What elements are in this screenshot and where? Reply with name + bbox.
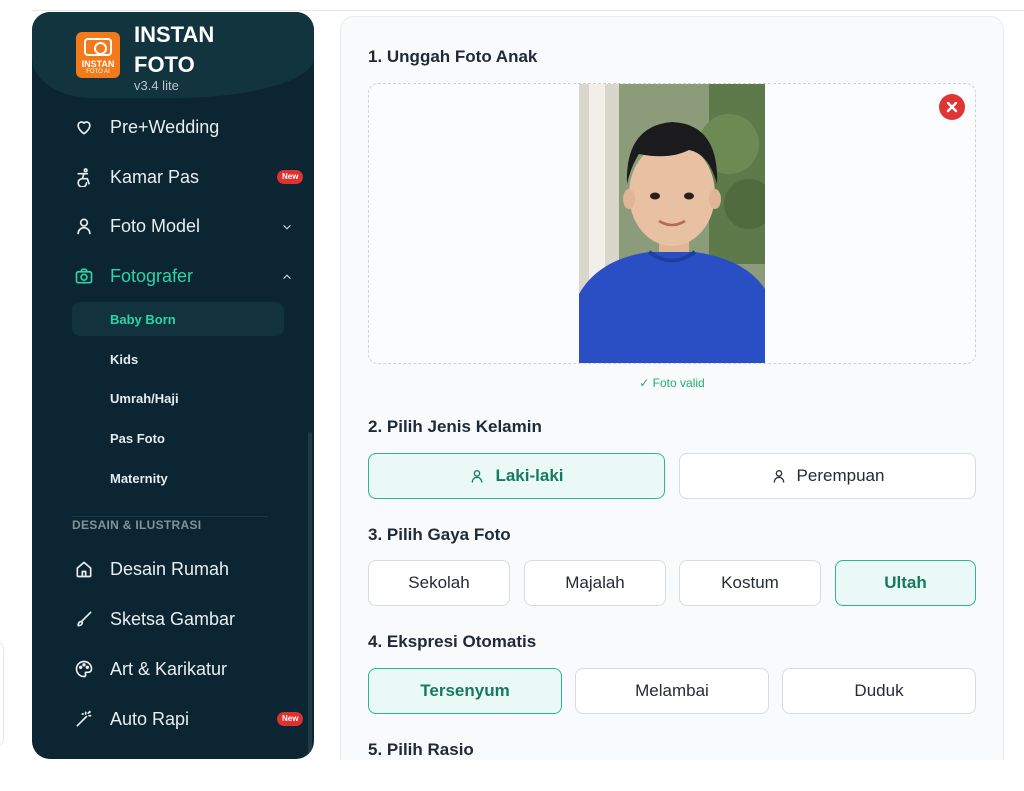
logo-subtext: FOTO AI [86,69,110,75]
sidebar-item-label: Pre+Wedding [110,116,220,137]
background-panel-edge [0,642,4,746]
home-icon [72,557,96,581]
sidebar-item-label: Kamar Pas [110,166,200,187]
sidebar-item-desain-rumah[interactable]: Desain Rumah [72,551,272,587]
chevron-up-icon[interactable] [280,268,294,282]
user-icon [469,468,485,484]
style-option-sekolah[interactable]: Sekolah [368,560,510,606]
accessibility-icon [72,165,96,189]
app-version: v3.4 lite [134,78,179,93]
sidebar-item-label: Auto Rapi [110,708,190,729]
sidebar-item-pre-wedding[interactable]: Pre+Wedding [72,109,272,145]
remove-photo-button[interactable] [939,94,965,120]
magic-wand-icon [72,707,96,731]
camera-logo-icon [84,38,112,56]
sidebar-item-label: Fotografer [110,265,194,286]
sidebar-subitem-pas-foto[interactable]: Pas Foto [72,421,284,455]
style-option-majalah[interactable]: Majalah [524,560,666,606]
sidebar-item-label: Foto Model [110,215,201,236]
logo-text: INSTAN [81,59,115,69]
expression-option-duduk[interactable]: Duduk [782,668,976,714]
step-ratio-title: 5. Pilih Rasio [368,740,474,759]
close-icon [946,101,958,113]
expression-option-melambai[interactable]: Melambai [575,668,769,714]
uploaded-child-photo [579,84,765,363]
brand-name-line1: INSTAN [134,22,215,47]
brush-icon [72,607,96,631]
sidebar-item-label: Art & Karikatur [110,658,228,679]
sidebar-item-art-karikatur[interactable]: Art & Karikatur [72,651,272,687]
sidebar-subitem-kids[interactable]: Kids [72,342,284,376]
user-icon [771,468,787,484]
sidebar-subitem-baby-born[interactable]: Baby Born [72,302,284,336]
logo: INSTAN FOTO AI [76,32,120,78]
new-badge: New [277,170,304,184]
style-option-kostum[interactable]: Kostum [679,560,821,606]
sidebar-item-auto-rapi[interactable]: Auto Rapi New [72,701,304,737]
section-label: DESAIN & ILUSTRASI [72,518,202,532]
sidebar-item-kamar-pas[interactable]: Kamar Pas New [72,159,304,195]
camera-icon [72,264,96,288]
brand-header: INSTAN FOTO AI INSTAN FOTO v3.4 lite [32,12,314,98]
section-divider [72,516,268,517]
sidebar-item-sketsa-gambar[interactable]: Sketsa Gambar [72,601,272,637]
sidebar-scrollbar[interactable] [308,432,312,759]
sidebar-item-foto-model[interactable]: Foto Model [72,208,291,244]
step-upload-title: 1. Unggah Foto Anak [368,47,538,66]
style-option-ultah[interactable]: Ultah [835,560,976,606]
brand-name-line2: FOTO [134,52,195,77]
chevron-down-icon[interactable] [280,218,294,232]
gender-option-laki-laki[interactable]: Laki-laki [368,453,665,499]
top-divider [32,10,1024,11]
gender-option-perempuan[interactable]: Perempuan [679,453,976,499]
sidebar-subitem-umrah-haji[interactable]: Umrah/Haji [72,381,284,415]
sidebar: INSTAN FOTO AI INSTAN FOTO v3.4 lite Pre… [32,12,314,759]
page-bottom [0,760,1024,791]
sidebar-item-label: Desain Rumah [110,558,230,579]
option-label: Perempuan [796,466,885,485]
child-photo-illustration [579,84,765,363]
expression-option-tersenyum[interactable]: Tersenyum [368,668,562,714]
palette-icon [72,657,96,681]
brand-name: INSTAN FOTO [134,20,214,80]
option-label: Laki-laki [495,466,564,485]
step-gender-title: 2. Pilih Jenis Kelamin [368,417,542,436]
photo-valid-status: ✓ Foto valid [639,376,705,390]
sidebar-subitem-maternity[interactable]: Maternity [72,461,284,495]
step-expression-title: 4. Ekspresi Otomatis [368,632,537,651]
step-style-title: 3. Pilih Gaya Foto [368,525,511,544]
sidebar-item-label: Sketsa Gambar [110,608,236,629]
sidebar-item-fotografer[interactable]: Fotografer [72,258,291,294]
user-icon [72,214,96,238]
heart-icon [72,115,96,139]
new-badge: New [277,712,304,726]
